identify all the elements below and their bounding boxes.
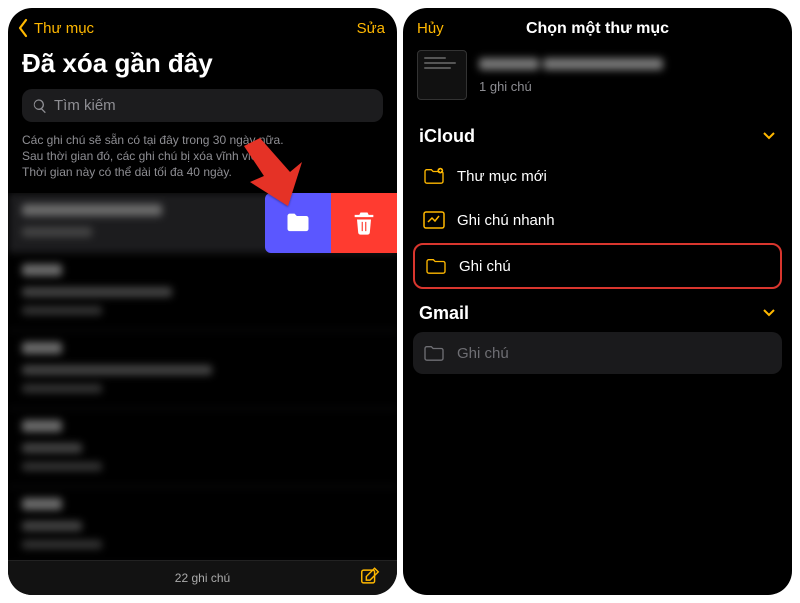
chevron-down-icon [762, 126, 776, 147]
page-title: Đã xóa gần đây [8, 42, 397, 89]
phone-left: Thư mục Sửa Đã xóa gần đây Tìm kiếm Các … [8, 8, 397, 595]
section-header-gmail[interactable]: Gmail [403, 291, 792, 332]
notes-list-wrapper [8, 193, 397, 560]
preview-subtitle: 1 ghi chú [479, 79, 778, 94]
note-item[interactable] [8, 487, 397, 560]
cancel-button[interactable]: Hủy [417, 20, 444, 37]
folder-label: Ghi chú nhanh [457, 212, 555, 229]
swipe-actions [265, 193, 397, 253]
folder-label: Thư mục mới [457, 168, 547, 185]
compose-button[interactable] [359, 566, 381, 591]
new-folder-icon [423, 167, 445, 185]
note-item[interactable] [8, 253, 397, 331]
delete-button[interactable] [331, 193, 397, 253]
folder-icon [284, 209, 312, 237]
back-label: Thư mục [34, 20, 94, 37]
section-label: iCloud [419, 126, 475, 147]
section-label: Gmail [419, 303, 469, 324]
folder-icon [423, 344, 445, 362]
navbar: Thư mục Sửa [8, 8, 397, 42]
compose-icon [359, 566, 381, 588]
screenshot-stage: Thư mục Sửa Đã xóa gần đây Tìm kiếm Các … [0, 0, 800, 603]
folder-item-gmail-notes[interactable]: Ghi chú [413, 332, 782, 374]
note-item[interactable] [8, 331, 397, 409]
retention-info: Các ghi chú sẽ sẵn có tại đây trong 30 n… [8, 132, 397, 193]
folder-icon [425, 257, 447, 275]
trash-icon [350, 209, 378, 237]
search-placeholder: Tìm kiếm [54, 97, 116, 114]
preview-title-redacted [479, 57, 778, 75]
folder-item-notes[interactable]: Ghi chú [413, 243, 782, 289]
back-button[interactable]: Thư mục [16, 18, 94, 38]
note-preview: 1 ghi chú [403, 46, 792, 114]
quicknote-icon [423, 211, 445, 229]
folder-item-quicknotes[interactable]: Ghi chú nhanh [413, 199, 782, 241]
folder-label: Ghi chú [459, 258, 511, 275]
info-line-1: Các ghi chú sẽ sẵn có tại đây trong 30 n… [22, 133, 284, 147]
preview-thumbnail [417, 50, 467, 100]
search-input[interactable]: Tìm kiếm [22, 89, 383, 122]
info-line-3: Thời gian này có thể dài tối đa 40 ngày. [22, 165, 232, 179]
note-item[interactable] [8, 409, 397, 487]
phone-right: Hủy Chọn một thư mục 1 ghi chú iCloud [403, 8, 792, 595]
note-count: 22 ghi chú [175, 571, 230, 585]
search-icon [32, 98, 48, 114]
info-line-2: Sau thời gian đó, các ghi chú bị xóa vĩn… [22, 149, 267, 163]
move-to-folder-button[interactable] [265, 193, 331, 253]
section-header-icloud[interactable]: iCloud [403, 114, 792, 155]
modal-navbar: Hủy Chọn một thư mục [403, 8, 792, 46]
chevron-left-icon [16, 18, 30, 38]
modal-title: Chọn một thư mục [526, 20, 669, 38]
chevron-down-icon [762, 303, 776, 324]
folder-item-new[interactable]: Thư mục mới [413, 155, 782, 197]
folder-list-gmail: Ghi chú [403, 332, 792, 376]
folder-label: Ghi chú [457, 345, 509, 362]
folder-list-icloud: Thư mục mới Ghi chú nhanh Ghi chú [403, 155, 792, 291]
edit-button[interactable]: Sửa [357, 20, 385, 37]
bottom-toolbar: 22 ghi chú [8, 560, 397, 595]
